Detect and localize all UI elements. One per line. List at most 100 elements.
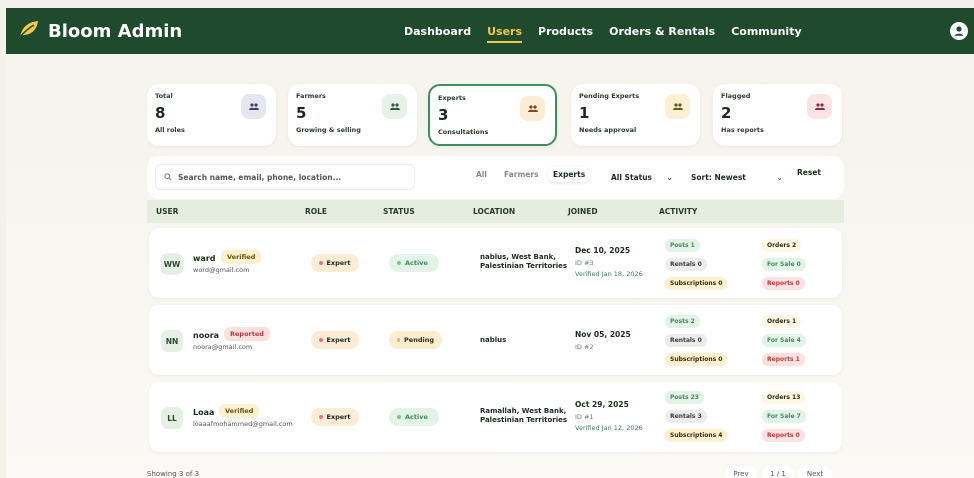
role-badge: Expert (311, 408, 359, 426)
stat-card-pending-experts[interactable]: Pending Experts 1 Needs approval (571, 84, 700, 146)
activity-for-sale: For Sale 4 (762, 334, 806, 347)
avatar: NN (161, 330, 183, 352)
joined-date: Oct 29, 2025 (575, 400, 629, 409)
users-icon (665, 94, 690, 119)
stat-sub: Consultations (438, 128, 489, 136)
page-indicator: 1 / 1 (762, 466, 794, 478)
location: Ramallah, West Bank, Palestinian Territor… (480, 407, 575, 425)
activity-orders: Orders 13 (762, 391, 806, 404)
verified-badge: Verified (219, 404, 260, 418)
user-email: noora@gmail.com (193, 343, 253, 351)
status-select[interactable]: All Status ⌄ (611, 164, 677, 190)
user-email: loaaafmohammed@gmail.com (193, 420, 293, 428)
activity-for-sale: For Sale 7 (762, 410, 806, 423)
verified-badge: Verified (221, 250, 262, 264)
status-badge: Active (389, 254, 439, 272)
activity-reports: Reports 1 (762, 353, 805, 366)
stat-sub: Has reports (721, 126, 764, 134)
table-row[interactable]: WW ward Verified word@gmail.com Expert A… (149, 228, 842, 298)
stat-label: Flagged (721, 92, 751, 100)
segment-all[interactable]: All (471, 167, 492, 182)
filter-bar: All Farmers Experts All Status ⌄ Sort: N… (147, 156, 844, 199)
role-label: Expert (326, 259, 351, 267)
activity-subscriptions: Subscriptions 4 (665, 429, 728, 442)
sort-select[interactable]: Sort: Newest ⌄ (691, 164, 787, 190)
stat-card-experts[interactable]: Experts 3 Consultations (428, 84, 557, 146)
segment-farmers[interactable]: Farmers (499, 167, 544, 182)
stat-label: Total (155, 92, 173, 100)
nav-orders-rentals[interactable]: Orders & Rentals (609, 25, 715, 38)
role-badge: Expert (311, 254, 359, 272)
sort-select-value: Sort: Newest (691, 172, 746, 182)
showing-count: Showing 3 of 3 (147, 470, 200, 478)
nav-community[interactable]: Community (731, 25, 801, 38)
verified-date: Verified Jan 18, 2026 (575, 270, 643, 278)
stat-sub: All roles (155, 126, 185, 134)
joined-date: Nov 05, 2025 (575, 330, 631, 339)
role-badge: Expert (311, 331, 359, 349)
activity-rentals: Rentals 0 (665, 258, 707, 271)
location-line-2: Palestinian Territories (480, 416, 568, 424)
stat-card-flagged[interactable]: Flagged 2 Has reports (713, 84, 842, 146)
user-name: noora (193, 331, 220, 340)
status-label: Pending (404, 336, 434, 344)
status-label: Active (405, 259, 428, 267)
joined-date: Dec 10, 2025 (575, 246, 631, 255)
table-header: USER ROLE STATUS LOCATION JOINED ACTIVIT… (147, 200, 844, 223)
stat-card-total[interactable]: Total 8 All roles (147, 84, 276, 146)
location-line-1: Ramallah, West Bank, (480, 407, 567, 415)
activity-posts: Posts 2 (665, 315, 700, 328)
profile-icon[interactable] (950, 22, 968, 40)
nav-users[interactable]: Users (487, 25, 522, 43)
search-box (155, 164, 415, 190)
activity-posts: Posts 23 (665, 391, 704, 404)
stat-card-farmers[interactable]: Farmers 5 Growing & selling (288, 84, 417, 146)
status-select-value: All Status (611, 172, 652, 182)
location: nablus (480, 336, 575, 345)
activity-subscriptions: Subscriptions 0 (665, 353, 728, 366)
column-header-activity: ACTIVITY (659, 207, 698, 216)
reset-button[interactable]: Reset (797, 168, 821, 177)
stat-value: 3 (438, 106, 449, 124)
table-row[interactable]: NN noora Reported noora@gmail.com Expert… (149, 305, 842, 375)
search-input[interactable] (178, 172, 398, 182)
users-icon (382, 94, 407, 119)
avatar: LL (161, 407, 183, 429)
status-badge: Active (389, 408, 439, 426)
user-name: Loaa (193, 408, 215, 417)
segment-experts[interactable]: Experts (548, 167, 591, 182)
stat-value: 8 (155, 104, 166, 122)
stat-value: 1 (579, 104, 590, 122)
avatar: WW (161, 253, 183, 275)
chevron-down-icon: ⌄ (776, 172, 783, 182)
column-header-role: ROLE (305, 207, 328, 216)
activity-orders: Orders 1 (762, 315, 802, 328)
nav-dashboard[interactable]: Dashboard (404, 25, 471, 38)
column-header-joined: JOINED (568, 207, 598, 216)
activity-orders: Orders 2 (762, 239, 802, 252)
location-line-2: Palestinian Territories (480, 262, 568, 270)
role-label: Expert (326, 413, 351, 421)
column-header-location: LOCATION (473, 207, 516, 216)
next-button[interactable]: Next (798, 466, 832, 478)
location-line-1: nablus, West Bank, (480, 253, 556, 261)
user-id: ID #1 (575, 413, 594, 421)
leaf-logo-icon (18, 19, 40, 44)
nav-products[interactable]: Products (538, 25, 593, 38)
brand[interactable]: Bloom Admin (18, 8, 182, 54)
prev-button[interactable]: Prev (725, 466, 757, 478)
stat-label: Pending Experts (579, 92, 640, 100)
user-id: ID #3 (575, 259, 594, 267)
activity-rentals: Rentals 0 (665, 334, 707, 347)
table-row[interactable]: LL Loaa Verified loaaafmohammed@gmail.co… (149, 382, 842, 452)
status-badge: Pending (389, 331, 442, 349)
activity-subscriptions: Subscriptions 0 (665, 277, 728, 290)
column-header-status: STATUS (383, 207, 415, 216)
users-icon (241, 94, 266, 119)
stat-label: Experts (438, 94, 466, 102)
stat-sub: Needs approval (579, 126, 637, 134)
column-header-user: USER (156, 207, 179, 216)
user-name: ward (193, 254, 216, 263)
verified-date: Verified Jan 12, 2026 (575, 424, 643, 432)
status-label: Active (405, 413, 428, 421)
